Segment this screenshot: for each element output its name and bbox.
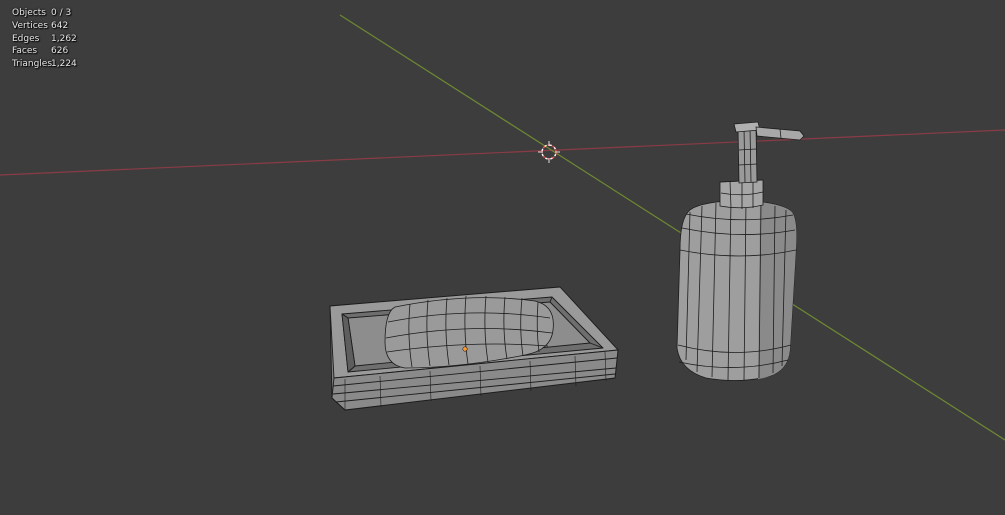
stat-label: Triangles — [12, 59, 53, 70]
stat-value: 1,224 — [51, 59, 77, 70]
stat-label: Objects — [12, 8, 47, 18]
stat-value: 642 — [51, 20, 69, 31]
stat-vertices: Vertices 642 — [12, 20, 77, 33]
stat-label: Vertices — [12, 20, 48, 31]
stat-faces: Faces 626 — [12, 45, 77, 58]
stat-label: Edges — [12, 33, 40, 44]
stat-value: 626 — [51, 46, 69, 57]
soap-dispenser[interactable] — [676, 121, 805, 381]
stat-objects: Objects 0 / 3 — [12, 7, 77, 20]
stat-value: 1,262 — [51, 33, 77, 44]
scene-statistics: Objects 0 / 3 Vertices 642 Edges 1,262 F… — [12, 7, 77, 71]
stat-edges: Edges 1,262 — [12, 33, 77, 46]
x-axis-line — [0, 129, 1005, 176]
stat-triangles: Triangles 1,224 — [12, 58, 77, 71]
stat-value: 0 / 3 — [51, 8, 72, 18]
3d-viewport[interactable]: Objects 0 / 3 Vertices 642 Edges 1,262 F… — [0, 0, 1005, 515]
viewport-scene[interactable] — [0, 0, 1005, 515]
stat-label: Faces — [12, 46, 38, 57]
object-origin-icon — [462, 346, 468, 352]
